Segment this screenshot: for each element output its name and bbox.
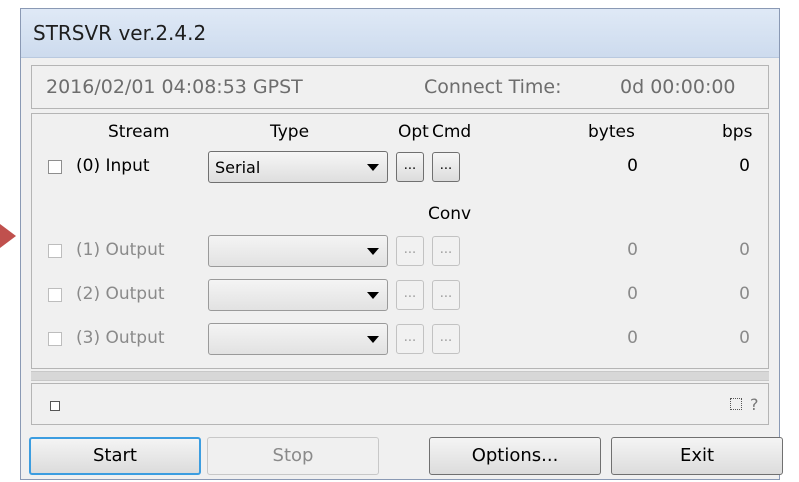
stream-0-bps: 0 xyxy=(739,156,750,176)
stream-1-opt-button[interactable]: ... xyxy=(396,236,424,266)
stream-1-bps: 0 xyxy=(739,240,750,260)
status-indicator-icon xyxy=(50,401,60,411)
dropdown-arrow-icon xyxy=(367,292,379,299)
stream-panel: Stream Type Opt Cmd bytes bps (0) Input … xyxy=(31,113,769,369)
conv-header: Conv xyxy=(428,204,472,224)
stream-2-bytes: 0 xyxy=(627,284,638,304)
bps-header: bps xyxy=(722,122,753,142)
stream-0-type-select[interactable]: Serial xyxy=(208,151,388,183)
connect-time-value: 0d 00:00:00 xyxy=(620,76,736,98)
stream-row-output-1: (1) Output ... ... 0 0 xyxy=(32,234,768,270)
stream-2-opt-button[interactable]: ... xyxy=(396,280,424,310)
stream-0-type-value: Serial xyxy=(215,158,261,177)
stream-1-label: (1) Output xyxy=(76,240,165,260)
stream-3-bps: 0 xyxy=(739,328,750,348)
status-panel: ? xyxy=(31,383,769,425)
stream-0-bytes: 0 xyxy=(627,156,638,176)
dropdown-arrow-icon xyxy=(367,248,379,255)
stream-row-input-0: (0) Input Serial ... ... 0 0 xyxy=(32,150,768,186)
connect-time-label: Connect Time: xyxy=(424,76,562,98)
dropdown-arrow-icon xyxy=(367,336,379,343)
dropdown-arrow-icon xyxy=(367,164,379,171)
stream-2-bps: 0 xyxy=(739,284,750,304)
stream-1-conv-button[interactable]: ... xyxy=(432,236,460,266)
stream-0-checkbox[interactable] xyxy=(48,160,62,174)
strsvr-window: STRSVR ver.2.4.2 2016/02/01 04:08:53 GPS… xyxy=(20,8,783,480)
stream-2-conv-button[interactable]: ... xyxy=(432,280,460,310)
exit-button[interactable]: Exit xyxy=(611,437,783,475)
stream-1-checkbox[interactable] xyxy=(48,244,62,258)
pointer-arrow-icon xyxy=(0,224,16,248)
stream-row-output-3: (3) Output ... ... 0 0 xyxy=(32,322,768,358)
stream-2-label: (2) Output xyxy=(76,284,165,304)
cmd-header: Cmd xyxy=(432,122,472,142)
start-button[interactable]: Start xyxy=(29,437,201,475)
stream-3-label: (3) Output xyxy=(76,328,165,348)
panel-splitter[interactable] xyxy=(31,371,769,381)
opt-header: Opt xyxy=(398,122,429,142)
resize-grip-icon[interactable] xyxy=(730,398,742,410)
time-info-panel: 2016/02/01 04:08:53 GPST Connect Time: 0… xyxy=(31,65,769,109)
options-button[interactable]: Options... xyxy=(429,437,601,475)
stream-0-label: (0) Input xyxy=(76,156,150,176)
help-button[interactable]: ? xyxy=(750,395,759,414)
bytes-header: bytes xyxy=(588,122,635,142)
stream-3-type-select[interactable] xyxy=(208,323,388,355)
stream-0-cmd-button[interactable]: ... xyxy=(432,152,460,182)
stream-header: Stream xyxy=(108,122,170,142)
stream-3-opt-button[interactable]: ... xyxy=(396,324,424,354)
stream-3-checkbox[interactable] xyxy=(48,332,62,346)
stop-button[interactable]: Stop xyxy=(207,437,379,475)
stream-row-output-2: (2) Output ... ... 0 0 xyxy=(32,278,768,314)
type-header: Type xyxy=(270,122,310,142)
stream-3-bytes: 0 xyxy=(627,328,638,348)
stream-2-checkbox[interactable] xyxy=(48,288,62,302)
current-time: 2016/02/01 04:08:53 GPST xyxy=(46,76,303,98)
stream-3-conv-button[interactable]: ... xyxy=(432,324,460,354)
stream-0-opt-button[interactable]: ... xyxy=(396,152,424,182)
stream-2-type-select[interactable] xyxy=(208,279,388,311)
window-title: STRSVR ver.2.4.2 xyxy=(33,21,207,45)
title-bar[interactable]: STRSVR ver.2.4.2 xyxy=(21,9,779,58)
stream-1-type-select[interactable] xyxy=(208,235,388,267)
stream-1-bytes: 0 xyxy=(627,240,638,260)
